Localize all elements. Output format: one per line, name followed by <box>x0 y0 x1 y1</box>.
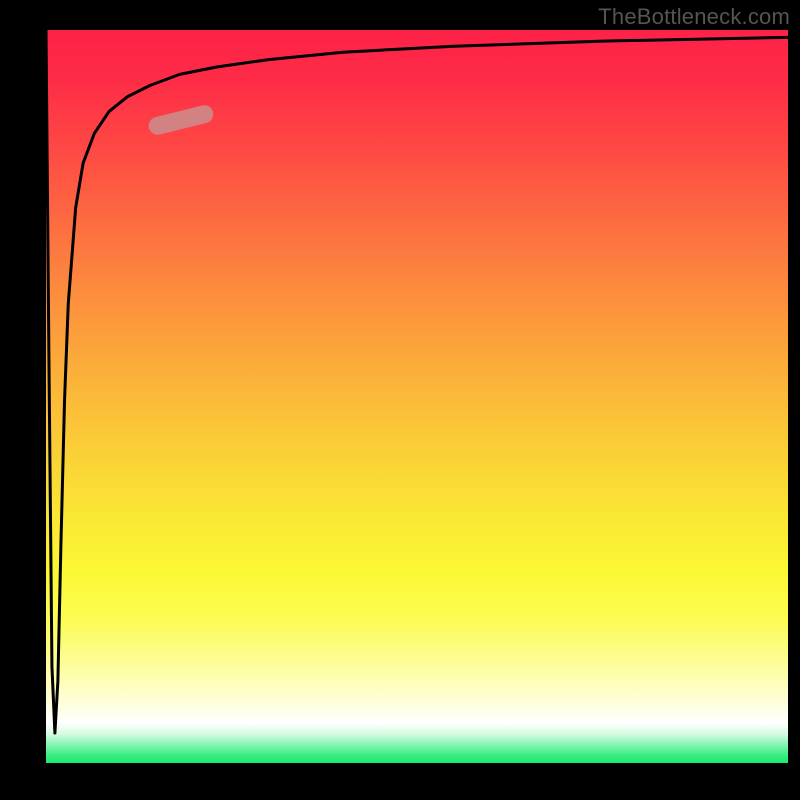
plot-area <box>46 30 788 763</box>
attribution-label: TheBottleneck.com <box>598 4 790 30</box>
chart-curve <box>46 30 788 770</box>
